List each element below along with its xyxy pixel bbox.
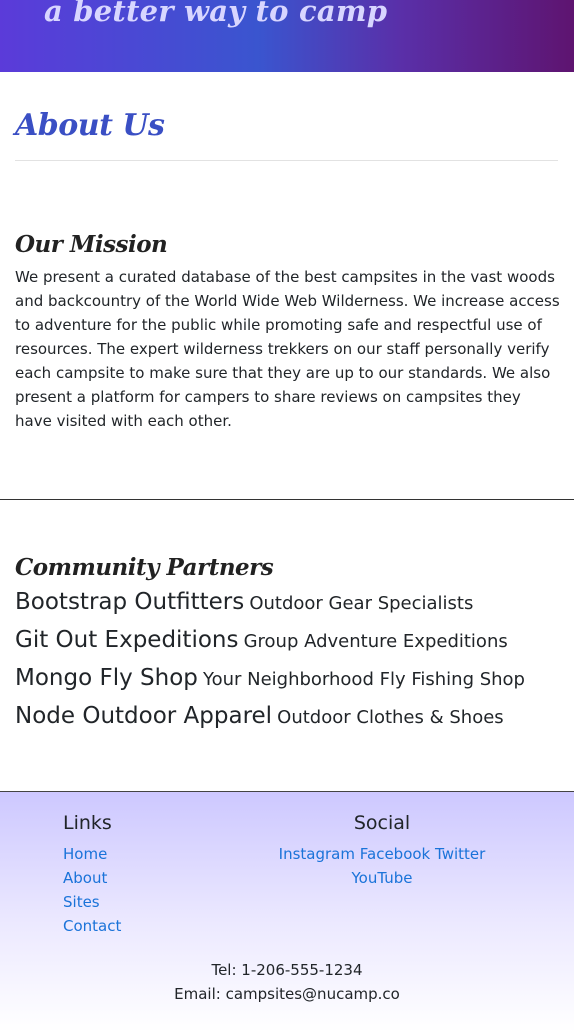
partners-section: Community Partners Bootstrap Outfitters … bbox=[0, 500, 574, 736]
footer-links: Links Home About Sites Contact bbox=[63, 812, 121, 938]
partner-item: Git Out Expeditions Group Adventure Expe… bbox=[15, 622, 559, 660]
social-link-twitter[interactable]: Twitter bbox=[435, 845, 485, 863]
partner-name: Node Outdoor Apparel bbox=[15, 703, 273, 729]
footer-link-sites[interactable]: Sites bbox=[63, 890, 121, 914]
page-title: About Us bbox=[15, 108, 165, 143]
footer-link-home[interactable]: Home bbox=[63, 842, 121, 866]
footer-social: Social Instagram Facebook Twitter YouTub… bbox=[262, 812, 502, 890]
partner-description: Outdoor Gear Specialists bbox=[249, 593, 474, 614]
partner-description: Group Adventure Expeditions bbox=[243, 631, 508, 652]
contact-email: Email: campsites@nucamp.co bbox=[174, 985, 400, 1003]
header-banner: a better way to camp bbox=[0, 0, 574, 72]
social-link-youtube[interactable]: YouTube bbox=[352, 869, 413, 887]
social-links-row: YouTube bbox=[262, 866, 502, 890]
tagline: a better way to camp bbox=[44, 0, 388, 28]
partner-item: Bootstrap Outfitters Outdoor Gear Specia… bbox=[15, 584, 559, 622]
partners-heading: Community Partners bbox=[15, 554, 274, 581]
partner-item: Node Outdoor Apparel Outdoor Clothes & S… bbox=[15, 698, 559, 736]
partner-item: Mongo Fly Shop Your Neighborhood Fly Fis… bbox=[15, 660, 559, 698]
mission-text: We present a curated database of the bes… bbox=[15, 268, 560, 430]
main-content: About Us Our Mission We present a curate… bbox=[0, 72, 574, 433]
footer-link-contact[interactable]: Contact bbox=[63, 914, 121, 938]
links-heading: Links bbox=[63, 812, 112, 834]
mission-heading: Our Mission bbox=[15, 231, 168, 258]
contact-info: Tel: 1-206-555-1234 Email: campsites@nuc… bbox=[0, 958, 574, 1006]
partner-name: Bootstrap Outfitters bbox=[15, 589, 245, 615]
partner-description: Your Neighborhood Fly Fishing Shop bbox=[202, 669, 525, 690]
partner-name: Git Out Expeditions bbox=[15, 627, 239, 653]
partner-name: Mongo Fly Shop bbox=[15, 665, 198, 691]
footer: Links Home About Sites Contact Social In… bbox=[0, 791, 574, 1032]
contact-phone: Tel: 1-206-555-1234 bbox=[211, 961, 363, 979]
social-link-instagram[interactable]: Instagram bbox=[279, 845, 355, 863]
social-link-facebook[interactable]: Facebook bbox=[360, 845, 430, 863]
partner-list: Bootstrap Outfitters Outdoor Gear Specia… bbox=[15, 584, 559, 736]
footer-link-about[interactable]: About bbox=[63, 866, 121, 890]
social-heading: Social bbox=[353, 812, 411, 834]
partner-description: Outdoor Clothes & Shoes bbox=[277, 707, 504, 728]
social-links-row: Instagram Facebook Twitter bbox=[262, 842, 502, 866]
